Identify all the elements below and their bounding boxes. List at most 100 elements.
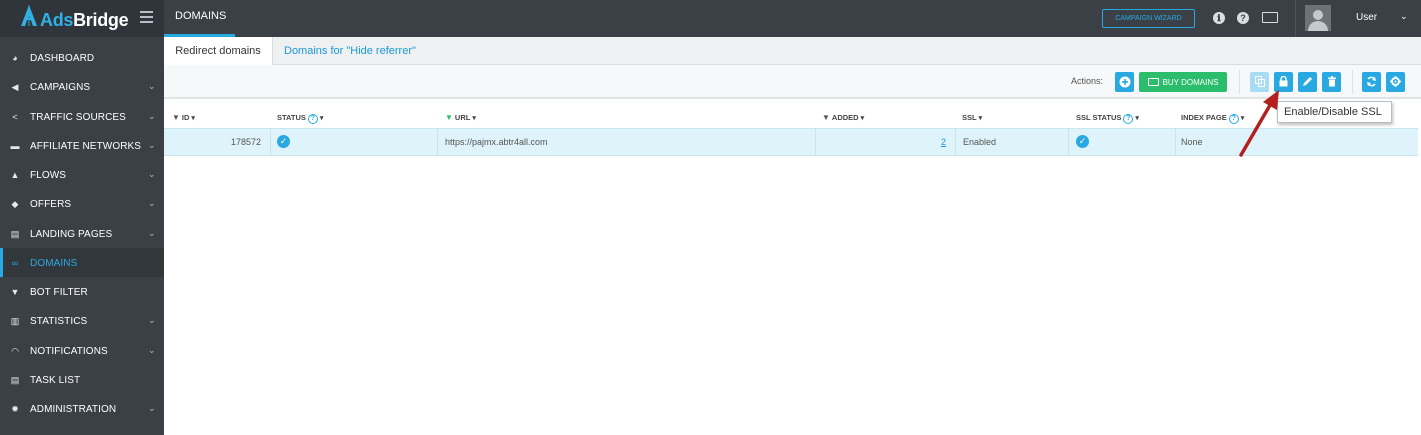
trash-icon	[1327, 76, 1336, 87]
sidebar-item-administration[interactable]: ✹ ADMINISTRATION ⌄	[0, 394, 164, 423]
sidebar-item-label: STATISTICS	[30, 316, 88, 327]
link-icon: ∞	[11, 258, 19, 268]
tab-redirect-domains[interactable]: Redirect domains	[164, 37, 273, 66]
sidebar-item-label: TRAFFIC SOURCES	[30, 112, 126, 123]
delete-button[interactable]	[1322, 72, 1341, 92]
chevron-down-icon: ⌄	[148, 81, 156, 91]
hamburger-menu-icon[interactable]	[140, 11, 153, 23]
sidebar-item-label: ADMINISTRATION	[30, 404, 117, 415]
sidebar-item-flows[interactable]: ▲ FLOWS ⌄	[0, 160, 164, 189]
ssl-tooltip: Enable/Disable SSL	[1277, 101, 1392, 123]
column-header-id[interactable]: ▼ ID ▾	[172, 113, 195, 122]
sort-caret-icon: ▾	[860, 115, 865, 122]
sidebar-item-label: BOT FILTER	[30, 287, 88, 298]
filter-icon: ▼	[445, 113, 453, 122]
sort-caret-icon: ▾	[1135, 115, 1139, 122]
sidebar-item-label: NOTIFICATIONS	[30, 346, 108, 357]
column-header-status[interactable]: STATUS? ▾	[277, 113, 323, 124]
sidebar-item-label: LANDING PAGES	[30, 229, 113, 240]
chevron-down-icon: ⌄	[148, 169, 156, 179]
sidebar-item-task-list[interactable]: ▤ TASK LIST	[0, 365, 164, 394]
sidebar-item-bot-filter[interactable]: ▼ BOT FILTER	[0, 277, 164, 306]
divider	[270, 128, 271, 156]
lock-icon	[1279, 75, 1288, 87]
bell-icon: ◠	[11, 346, 19, 356]
sidebar-item-notifications[interactable]: ◠ NOTIFICATIONS ⌄	[0, 336, 164, 365]
chevron-down-icon[interactable]: ⌄	[1400, 11, 1408, 22]
pencil-icon	[1303, 77, 1312, 86]
buy-domains-button[interactable]: BUY DOMAINS	[1139, 72, 1227, 92]
refresh-icon	[1367, 76, 1376, 87]
megaphone-icon: ◀	[11, 82, 19, 92]
sidebar-item-label: DOMAINS	[30, 258, 78, 269]
plus-circle-icon	[1119, 76, 1130, 88]
edit-button[interactable]	[1298, 72, 1317, 92]
table-row[interactable]	[164, 128, 1418, 156]
sidebar-item-offers[interactable]: ◆ OFFERS ⌄	[0, 189, 164, 218]
avatar[interactable]	[1305, 5, 1331, 31]
settings-button[interactable]	[1386, 72, 1405, 92]
column-header-url[interactable]: ▼ URL ▾	[445, 113, 476, 122]
divider	[437, 128, 438, 156]
info-icon[interactable]: ℹ	[1213, 12, 1225, 24]
divider	[955, 128, 956, 156]
cell-added-link[interactable]: 2	[941, 137, 946, 147]
buy-domains-label: BUY DOMAINS	[1162, 78, 1219, 87]
sidebar-item-traffic-sources[interactable]: < TRAFFIC SOURCES ⌄	[0, 102, 164, 131]
sidebar-item-label: TASK LIST	[30, 375, 81, 386]
keyboard-icon[interactable]	[1262, 12, 1278, 23]
sidebar-item-label: CAMPAIGNS	[30, 82, 91, 93]
help-icon: ?	[1123, 114, 1134, 124]
sidebar-item-landing-pages[interactable]: ▤ LANDING PAGES ⌄	[0, 219, 164, 248]
logo-icon	[21, 5, 37, 26]
tab-hide-referrer-domains[interactable]: Domains for "Hide referrer"	[284, 37, 416, 66]
logo-text: AdsBridge	[40, 10, 129, 30]
sidebar-item-label: AFFILIATE NETWORKS	[30, 141, 142, 152]
sort-caret-icon: ▾	[472, 115, 476, 122]
money-icon	[1147, 78, 1159, 86]
sidebar-item-affiliate-networks[interactable]: ▬ AFFILIATE NETWORKS ⌄	[0, 131, 164, 160]
sidebar-item-campaigns[interactable]: ◀ CAMPAIGNS ⌄	[0, 72, 164, 101]
chevron-down-icon: ⌄	[148, 403, 156, 413]
sidebar-item-label: OFFERS	[30, 199, 72, 210]
help-icon: ?	[307, 114, 318, 124]
sidebar-item-label: DASHBOARD	[30, 53, 95, 64]
filter-icon: ▼	[822, 113, 830, 122]
gear-icon	[1390, 76, 1401, 87]
cell-index-page: None	[1181, 137, 1203, 147]
ssl-status-check-icon: ✓	[1076, 135, 1089, 148]
chevron-down-icon: ⌄	[148, 111, 156, 121]
list-icon: ▤	[10, 229, 20, 239]
sort-caret-icon: ▾	[319, 115, 324, 122]
chevron-down-icon: ⌄	[148, 345, 156, 355]
actions-label: Actions:	[1071, 76, 1104, 86]
campaign-wizard-button[interactable]: CAMPAIGN WIZARD	[1102, 9, 1195, 28]
sidebar-item-domains[interactable]: ∞ DOMAINS	[0, 248, 164, 277]
briefcase-icon: ▬	[10, 141, 20, 151]
refresh-button[interactable]	[1362, 72, 1381, 92]
divider	[1352, 70, 1353, 94]
column-header-ssl[interactable]: SSL ▾	[962, 113, 982, 122]
cell-url: https://pajmx.abtr4all.com	[445, 137, 548, 147]
sitemap-icon: ▲	[10, 170, 20, 180]
sidebar-item-dashboard[interactable]: ◕ DASHBOARD	[0, 43, 164, 72]
cell-id: 178572	[231, 137, 262, 147]
status-check-icon: ✓	[277, 135, 290, 148]
divider	[815, 128, 816, 156]
divider	[1068, 128, 1069, 156]
column-header-added[interactable]: ▼ ADDED ▾	[822, 113, 864, 122]
add-domain-button[interactable]	[1115, 72, 1134, 92]
gear-icon: ✹	[11, 404, 19, 414]
page-title: DOMAINS	[164, 0, 235, 37]
chevron-down-icon: ⌄	[148, 315, 156, 325]
sort-caret-icon: ▾	[191, 115, 195, 122]
column-header-ssl-status[interactable]: SSL STATUS? ▾	[1076, 113, 1139, 124]
chevron-down-icon: ⌄	[148, 228, 156, 238]
dashboard-icon: ◕	[12, 53, 18, 63]
sidebar-item-statistics[interactable]: ▥ STATISTICS ⌄	[0, 306, 164, 335]
bar-chart-icon: ▥	[10, 316, 20, 326]
help-icon[interactable]: ?	[1237, 12, 1249, 24]
chevron-down-icon: ⌄	[148, 140, 156, 150]
user-menu-label[interactable]: User	[1356, 12, 1377, 23]
task-list-icon: ▤	[10, 375, 20, 385]
